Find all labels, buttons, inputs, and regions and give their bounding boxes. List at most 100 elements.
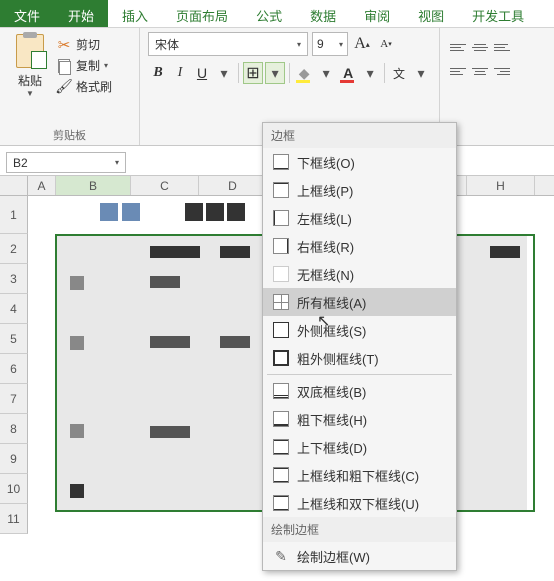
separator <box>289 63 290 83</box>
border-top-bottom-item[interactable]: 上下框线(D) <box>263 433 456 461</box>
pencil-icon <box>273 548 289 564</box>
increase-font-button[interactable]: A▴ <box>352 33 372 55</box>
phonetic-button[interactable] <box>389 62 409 84</box>
cell-data <box>227 203 245 221</box>
align-bottom-button[interactable] <box>492 38 512 56</box>
row-header[interactable]: 4 <box>0 294 28 324</box>
chevron-down-icon: ▾ <box>297 40 301 49</box>
row-header[interactable]: 1 <box>0 196 28 234</box>
border-all-item[interactable]: 所有框线(A) <box>263 288 456 316</box>
cell-data <box>185 203 203 221</box>
font-size-select[interactable]: 9▾ <box>312 32 348 56</box>
cell-data <box>150 246 200 258</box>
borders-dropdown[interactable]: ▾ <box>265 62 285 84</box>
tab-developer[interactable]: 开发工具 <box>458 0 538 27</box>
border-all-icon <box>273 294 289 310</box>
row-header[interactable]: 2 <box>0 234 28 264</box>
cell-data <box>150 276 180 288</box>
chevron-down-icon: ▾ <box>339 40 343 49</box>
scissors-icon <box>56 37 72 53</box>
italic-button[interactable]: I <box>170 62 190 84</box>
dropdown-section-header: 绘制边框 <box>263 517 456 542</box>
fill-color-button[interactable] <box>294 62 314 84</box>
decrease-font-button[interactable]: A▾ <box>376 33 396 55</box>
align-center-button[interactable] <box>470 62 490 80</box>
paste-button[interactable]: 粘贴 ▼ <box>8 32 52 100</box>
format-painter-button[interactable]: 格式刷 <box>56 78 112 95</box>
row-header[interactable]: 7 <box>0 384 28 414</box>
border-right-icon <box>273 238 289 254</box>
border-top-item[interactable]: 上框线(P) <box>263 176 456 204</box>
cut-button[interactable]: 剪切 <box>56 36 112 53</box>
col-header[interactable]: D <box>199 176 267 195</box>
cell-data <box>150 336 190 348</box>
name-box[interactable]: B2▾ <box>6 152 126 173</box>
separator <box>384 63 385 83</box>
font-color-button[interactable]: A <box>338 62 358 84</box>
border-none-item[interactable]: 无框线(N) <box>263 260 456 288</box>
separator <box>267 374 452 375</box>
row-header[interactable]: 3 <box>0 264 28 294</box>
phonetic-dropdown[interactable]: ▾ <box>411 62 431 84</box>
borders-button[interactable] <box>243 62 263 84</box>
fill-color-dropdown[interactable]: ▾ <box>316 62 336 84</box>
copy-button[interactable]: 复制▾ <box>56 57 112 74</box>
col-header[interactable]: A <box>28 176 56 195</box>
border-bottom-icon <box>273 154 289 170</box>
border-left-item[interactable]: 左框线(L) <box>263 204 456 232</box>
separator <box>238 63 239 83</box>
cell-data <box>70 276 84 290</box>
align-left-button[interactable] <box>448 62 468 80</box>
col-header[interactable]: C <box>131 176 199 195</box>
border-outside-item[interactable]: 外侧框线(S) <box>263 316 456 344</box>
row-header[interactable]: 5 <box>0 324 28 354</box>
borders-dropdown-menu: 边框 下框线(O) 上框线(P) 左框线(L) 右框线(R) 无框线(N) 所有… <box>262 122 457 571</box>
align-middle-button[interactable] <box>470 38 490 56</box>
row-header[interactable]: 9 <box>0 444 28 474</box>
font-name-select[interactable]: 宋体▾ <box>148 32 308 56</box>
border-top-icon <box>273 182 289 198</box>
cell-data <box>70 424 84 438</box>
bold-button[interactable]: B <box>148 62 168 84</box>
cell-data <box>70 484 84 498</box>
col-header[interactable]: B <box>56 176 131 195</box>
border-none-icon <box>273 266 289 282</box>
draw-border-item[interactable]: 绘制边框(W) <box>263 542 456 570</box>
border-bottom-item[interactable]: 下框线(O) <box>263 148 456 176</box>
tab-file[interactable]: 文件 <box>0 0 54 27</box>
border-top-thick-bottom-item[interactable]: 上框线和粗下框线(C) <box>263 461 456 489</box>
row-header[interactable]: 8 <box>0 414 28 444</box>
border-right-item[interactable]: 右框线(R) <box>263 232 456 260</box>
border-top-thick-bottom-icon <box>273 467 289 483</box>
tab-formulas[interactable]: 公式 <box>242 0 296 27</box>
tab-page-layout[interactable]: 页面布局 <box>162 0 242 27</box>
tab-home[interactable]: 开始 <box>54 0 108 27</box>
border-top-double-bottom-item[interactable]: 上框线和双下框线(U) <box>263 489 456 517</box>
tab-data[interactable]: 数据 <box>296 0 350 27</box>
row-header[interactable]: 6 <box>0 354 28 384</box>
border-double-bottom-icon <box>273 383 289 399</box>
cell-data <box>70 336 84 350</box>
align-right-button[interactable] <box>492 62 512 80</box>
border-thick-outside-item[interactable]: 粗外侧框线(T) <box>263 344 456 372</box>
border-thick-bottom-item[interactable]: 粗下框线(H) <box>263 405 456 433</box>
border-thick-outside-icon <box>273 350 289 366</box>
cell-data <box>490 246 520 258</box>
row-header[interactable]: 11 <box>0 504 28 534</box>
border-double-bottom-item[interactable]: 双底框线(B) <box>263 377 456 405</box>
tab-review[interactable]: 审阅 <box>350 0 404 27</box>
underline-dropdown[interactable]: ▾ <box>214 62 234 84</box>
tab-insert[interactable]: 插入 <box>108 0 162 27</box>
dropdown-section-header: 边框 <box>263 123 456 148</box>
clipboard-group-label: 剪贴板 <box>8 125 131 143</box>
underline-button[interactable]: U <box>192 62 212 84</box>
cell-data <box>206 203 224 221</box>
chevron-down-icon: ▾ <box>104 61 108 70</box>
align-top-button[interactable] <box>448 38 468 56</box>
cell-data <box>220 336 250 348</box>
font-color-dropdown[interactable]: ▾ <box>360 62 380 84</box>
select-all-corner[interactable] <box>0 176 28 195</box>
row-header[interactable]: 10 <box>0 474 28 504</box>
tab-view[interactable]: 视图 <box>404 0 458 27</box>
col-header[interactable]: H <box>467 176 535 195</box>
